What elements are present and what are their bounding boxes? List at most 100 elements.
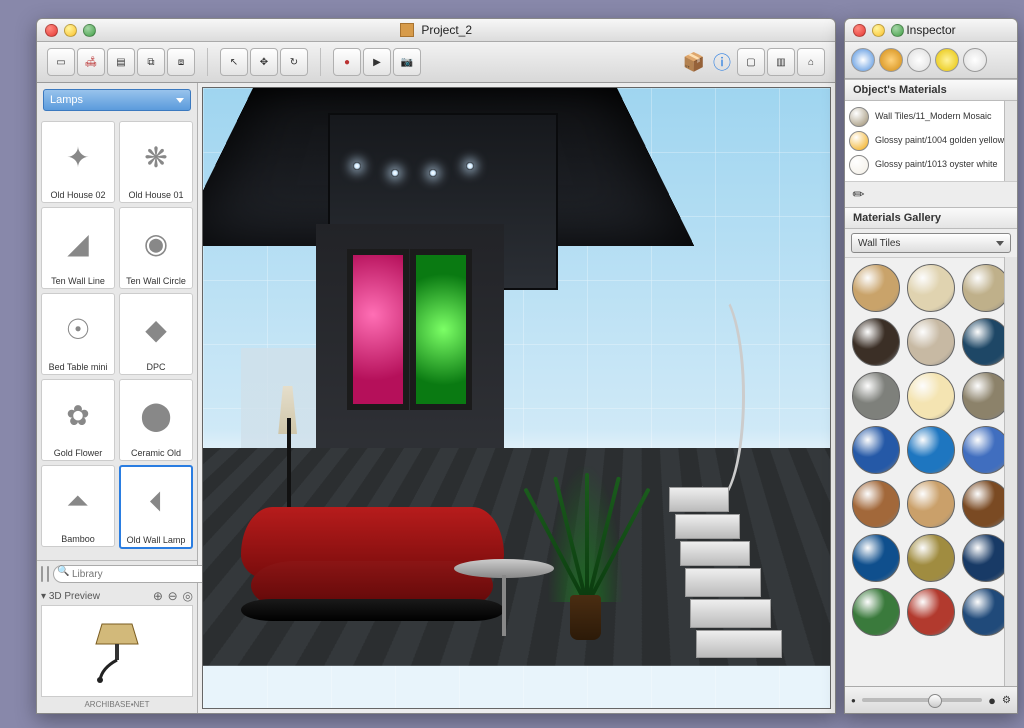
library-item-label: Old House 02 (44, 190, 112, 200)
material-item[interactable]: Wall Tiles/11_Modern Mosaic (849, 105, 1013, 129)
dimensions-tab-icon[interactable] (907, 48, 931, 72)
properties-tab-icon[interactable] (963, 48, 987, 72)
material-item[interactable]: Glossy paint/1004 golden yellow (849, 129, 1013, 153)
material-swatch[interactable] (907, 372, 955, 420)
main-window: Project_2 ▭ 🛋 ▤ ⧉ ⧈ ↖ ✥ ↻ ● ▶ 📷 📦 ⓘ ▢ ▥ (36, 18, 836, 714)
window-title: Project_2 (37, 23, 835, 38)
materials-tab-icon[interactable] (879, 48, 903, 72)
material-swatch[interactable] (907, 588, 955, 636)
inspector-toolbar (845, 42, 1017, 79)
library-item[interactable]: ◉Ten Wall Circle (119, 207, 193, 289)
material-swatch[interactable] (852, 588, 900, 636)
library-sidebar: Lamps ✦Old House 02❋Old House 01◢Ten Wal… (37, 83, 198, 713)
gallery-category-dropdown[interactable]: Wall Tiles (851, 233, 1011, 253)
library-item[interactable]: ☉Bed Table mini (41, 293, 115, 375)
preview-box[interactable] (41, 605, 193, 697)
library-category-label: Lamps (50, 94, 83, 106)
window-title-text: Project_2 (421, 23, 472, 37)
viewport-3d[interactable] (202, 87, 831, 709)
view-2d-button[interactable]: ▢ (737, 48, 765, 76)
preview-toggle[interactable]: ▾ 3D Preview (41, 591, 100, 602)
lamp-thumbnail-icon: ⏴ (123, 469, 189, 535)
wall-art-2 (410, 249, 472, 410)
eyedropper-row: ✎ (845, 181, 1017, 207)
pan-tool-button[interactable]: ✥ (250, 48, 278, 76)
lamp-thumbnail-icon: ❋ (122, 124, 190, 190)
library-item[interactable]: ⬤Ceramic Old (119, 379, 193, 461)
lamp-thumbnail-icon: ⏶ (44, 468, 112, 534)
lamp-thumbnail-icon: ◆ (122, 296, 190, 362)
watermark: ARCHIBASE▪NET (41, 697, 193, 709)
scale-up-icon[interactable]: ● (988, 693, 996, 708)
material-swatch[interactable] (907, 264, 955, 312)
ungroup-tool-button[interactable]: ⧈ (167, 48, 195, 76)
preview-zoom-controls: ⊕ ⊖ ◎ (151, 589, 193, 603)
main-titlebar[interactable]: Project_2 (37, 19, 835, 42)
scrollbar-icon[interactable] (1004, 257, 1017, 686)
room-tool-button[interactable]: ▤ (107, 48, 135, 76)
library-item[interactable]: ✿Gold Flower (41, 379, 115, 461)
eyedropper-icon[interactable]: ✎ (849, 184, 869, 204)
zoom-out-icon[interactable]: ⊖ (168, 589, 178, 603)
info-icon[interactable]: ⓘ (709, 49, 735, 75)
material-swatch-icon (849, 107, 869, 127)
home-button[interactable]: ⌂ (797, 48, 825, 76)
preview-label: 3D Preview (49, 591, 100, 602)
grid-view-button[interactable] (41, 566, 43, 582)
material-swatch[interactable] (852, 534, 900, 582)
material-swatch[interactable] (852, 480, 900, 528)
library-item[interactable]: ⏴Old Wall Lamp (119, 465, 193, 549)
list-view-button[interactable] (47, 566, 49, 582)
wall-art-1 (347, 249, 409, 410)
material-swatch[interactable] (852, 264, 900, 312)
scrollbar-icon[interactable] (1004, 101, 1017, 181)
select-tool-button[interactable]: ↖ (220, 48, 248, 76)
lighting-tab-icon[interactable] (935, 48, 959, 72)
group-tool-button[interactable]: ⧉ (137, 48, 165, 76)
scale-down-icon[interactable]: ● (851, 696, 856, 705)
material-swatch[interactable] (907, 318, 955, 366)
main-toolbar: ▭ 🛋 ▤ ⧉ ⧈ ↖ ✥ ↻ ● ▶ 📷 📦 ⓘ ▢ ▥ ⌂ (37, 42, 835, 83)
material-swatch[interactable] (907, 534, 955, 582)
record-button[interactable]: ● (333, 48, 361, 76)
camera-button[interactable]: 📷 (393, 48, 421, 76)
library-item[interactable]: ❋Old House 01 (119, 121, 193, 203)
library-item[interactable]: ◢Ten Wall Line (41, 207, 115, 289)
plant (548, 466, 623, 640)
toolbar-separator (207, 48, 208, 76)
library-search-input[interactable] (53, 565, 211, 583)
material-swatch[interactable] (907, 480, 955, 528)
zoom-fit-icon[interactable]: ◎ (183, 589, 193, 603)
inspector-titlebar[interactable]: Inspector (845, 19, 1017, 42)
library-item-label: Old House 01 (122, 190, 190, 200)
library-item[interactable]: ◆DPC (119, 293, 193, 375)
play-button[interactable]: ▶ (363, 48, 391, 76)
library-item[interactable]: ⏶Bamboo (41, 465, 115, 547)
material-swatch[interactable] (907, 426, 955, 474)
library-item-label: Ten Wall Circle (122, 276, 190, 286)
info-tab-icon[interactable] (851, 48, 875, 72)
material-item[interactable]: Glossy paint/1013 oyster white (849, 153, 1013, 177)
rotate-tool-button[interactable]: ↻ (280, 48, 308, 76)
document-icon (400, 23, 414, 37)
view-split-button[interactable]: ▥ (767, 48, 795, 76)
material-swatch[interactable] (852, 426, 900, 474)
library-item-label: Gold Flower (44, 448, 112, 458)
wall-tool-button[interactable]: ▭ (47, 48, 75, 76)
object-materials-header: Object's Materials (845, 79, 1017, 101)
package-icon[interactable]: 📦 (681, 49, 707, 75)
settings-icon[interactable]: ⚙ (1002, 695, 1011, 706)
material-swatch[interactable] (852, 318, 900, 366)
material-swatch[interactable] (852, 372, 900, 420)
library-category-dropdown[interactable]: Lamps (43, 89, 191, 111)
lamp-thumbnail-icon: ☉ (44, 296, 112, 362)
library-item[interactable]: ✦Old House 02 (41, 121, 115, 203)
furniture-tool-button[interactable]: 🛋 (77, 48, 105, 76)
zoom-in-icon[interactable]: ⊕ (153, 589, 163, 603)
lamp-thumbnail-icon: ✿ (44, 382, 112, 448)
lamp-thumbnail-icon: ◉ (122, 210, 190, 276)
inspector-window: Inspector Object's Materials Wall Tiles/… (844, 18, 1018, 714)
library-item-label: Bed Table mini (44, 362, 112, 372)
thumbnail-size-slider[interactable] (862, 698, 982, 702)
toolbar-separator (320, 48, 321, 76)
